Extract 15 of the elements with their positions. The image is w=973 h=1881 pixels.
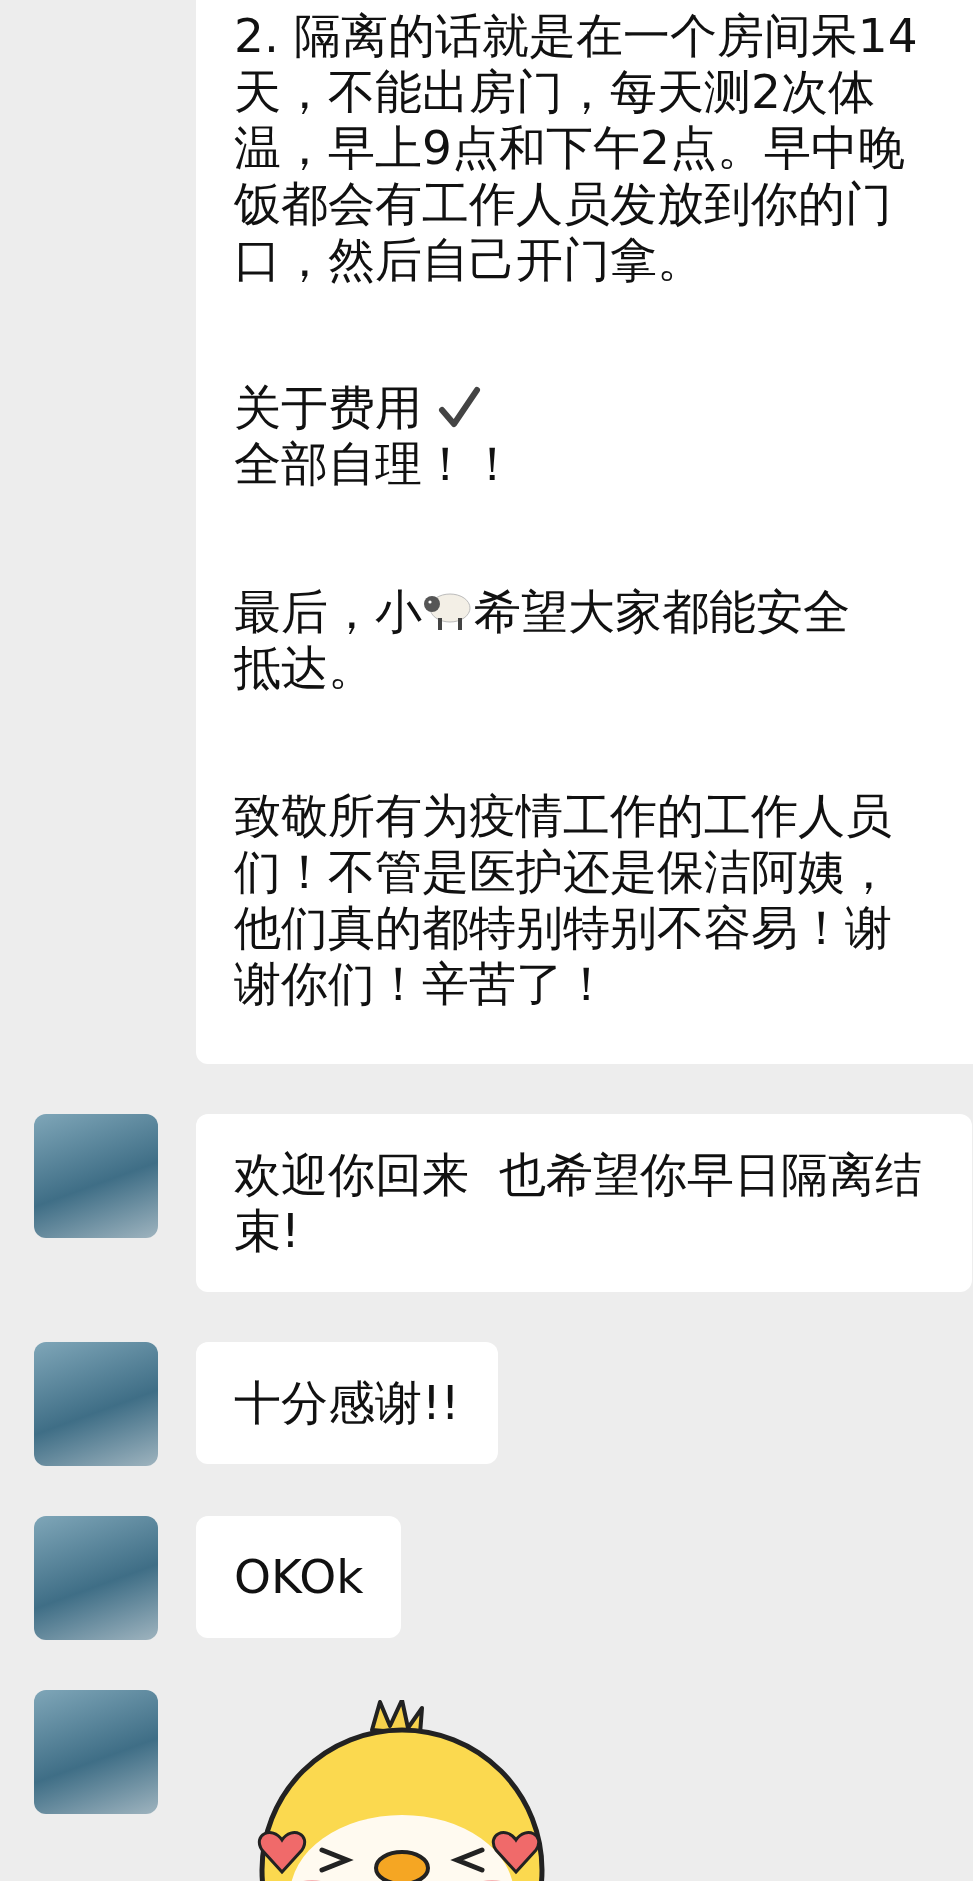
message-bubble: 欢迎你回来 也希望你早日隔离结束! <box>196 1114 972 1292</box>
message-bubble: 十分感谢!! <box>196 1342 498 1464</box>
avatar-placeholder[interactable] <box>34 1342 158 1466</box>
message-text: 全部自理！！ <box>234 436 517 492</box>
message-text: 抵达。 <box>234 640 376 696</box>
message-text: 关于费用 <box>234 380 423 435</box>
message-text: 2. 隔离的话就是在一个房间呆14天，不能出房门，每天测2次体温，早上9点和下午2点。早中晚饭都会有工作人员发放到你的门口，然后自己开门拿。 <box>234 8 919 288</box>
avatar-placeholder[interactable] <box>34 1114 158 1238</box>
message-text: 致敬所有为疫情工作的工作人员们！不管是医护还是保洁阿姨，他们真的都特别特别不容易！谢谢你们！辛苦了！ <box>234 788 893 1012</box>
avatar-placeholder[interactable] <box>34 1516 158 1640</box>
avatar-placeholder[interactable] <box>34 1690 158 1814</box>
message-text: 希望大家都能安全 <box>474 584 850 639</box>
message-text: 最后，小 <box>234 584 422 639</box>
check-icon <box>436 386 481 430</box>
message-bubble: OKOk <box>196 1516 402 1638</box>
